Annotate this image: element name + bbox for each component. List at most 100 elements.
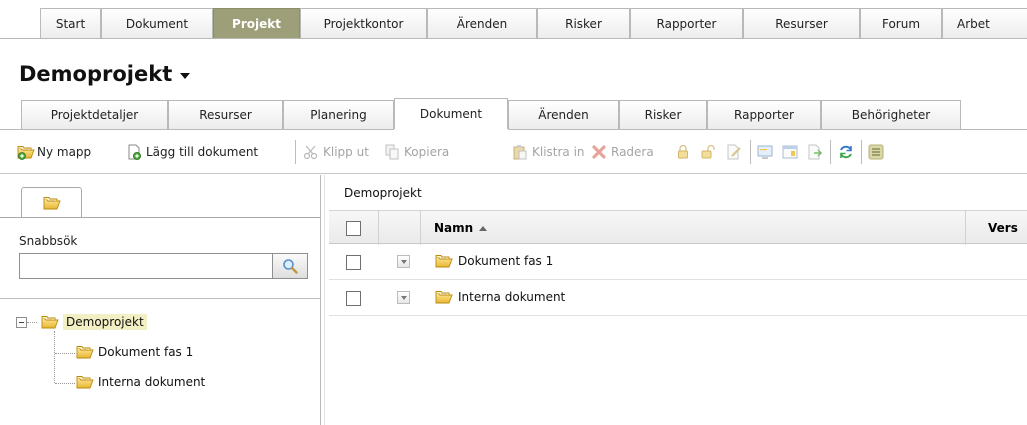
row-checkbox[interactable] <box>346 291 361 306</box>
table-row[interactable]: Dokument fas 1 <box>329 244 1027 280</box>
panel-splitter-shadow <box>324 175 325 425</box>
select-all-checkbox[interactable] <box>346 221 361 236</box>
top-tab-rapporter[interactable]: Rapporter <box>630 8 743 39</box>
page-title: Demoprojekt <box>19 62 173 86</box>
unlock-icon <box>700 144 716 160</box>
folder-icon <box>76 374 94 390</box>
more-options-button[interactable] <box>868 142 884 162</box>
copy-label: Kopiera <box>404 145 450 159</box>
monitor-icon <box>757 144 773 160</box>
breadcrumb: Demoprojekt <box>344 186 422 200</box>
edit-document-button[interactable] <box>726 142 742 162</box>
column-header-name[interactable]: Namn <box>434 221 488 235</box>
top-tab-resurser[interactable]: Resurser <box>743 8 860 39</box>
project-title-dropdown[interactable]: Demoprojekt <box>19 62 191 86</box>
refresh-icon <box>838 144 854 160</box>
grid-header: Namn Vers <box>329 210 1027 245</box>
folder-icon <box>76 344 94 360</box>
scissors-icon <box>303 144 319 160</box>
tab-arenden[interactable]: Ärenden <box>508 100 619 129</box>
delete-button[interactable]: Radera <box>591 142 654 162</box>
tree-node-label: Demoprojekt <box>63 314 147 330</box>
panel-splitter[interactable] <box>320 175 321 425</box>
chevron-down-icon <box>180 73 191 79</box>
column-header-name-label: Namn <box>434 221 474 235</box>
window-icon <box>782 144 798 160</box>
export-icon <box>807 144 823 160</box>
new-folder-button[interactable]: Ny mapp <box>17 142 91 162</box>
list-icon <box>868 144 884 160</box>
add-document-button[interactable]: Lägg till dokument <box>126 142 258 162</box>
top-tab-arenden[interactable]: Ärenden <box>427 8 537 39</box>
top-tab-start[interactable]: Start <box>40 8 101 39</box>
top-tab-projektkontor[interactable]: Projektkontor <box>300 8 427 39</box>
search-icon <box>282 258 298 274</box>
toolbar-separator <box>861 140 862 164</box>
refresh-button[interactable] <box>838 142 854 162</box>
checkout-button[interactable] <box>757 142 773 162</box>
tab-behorigheter[interactable]: Behörigheter <box>821 100 961 129</box>
column-separator <box>378 211 379 245</box>
row-menu-dropdown[interactable] <box>397 291 410 304</box>
row-name-cell[interactable]: Interna dokument <box>435 289 565 305</box>
row-name-cell[interactable]: Dokument fas 1 <box>435 253 553 269</box>
folder-open-icon <box>41 314 59 330</box>
add-document-icon <box>126 144 142 160</box>
copy-icon <box>384 144 400 160</box>
folder-tree-tab[interactable] <box>21 187 82 218</box>
quick-search-field[interactable] <box>19 253 272 279</box>
column-header-version[interactable]: Vers <box>988 221 1018 235</box>
tab-projektdetaljer[interactable]: Projektdetaljer <box>21 100 168 129</box>
cut-label: Klipp ut <box>323 145 369 159</box>
collapse-icon[interactable] <box>16 316 27 328</box>
lock-button[interactable] <box>675 142 691 162</box>
top-tab-forum[interactable]: Forum <box>860 8 942 39</box>
cut-button[interactable]: Klipp ut <box>303 142 369 162</box>
top-tab-arbete[interactable]: Arbet <box>942 8 1027 39</box>
top-navigation: Start Dokument Projekt Projektkontor Äre… <box>0 0 1027 39</box>
table-row[interactable]: Interna dokument <box>329 280 1027 316</box>
top-tab-risker[interactable]: Risker <box>537 8 630 39</box>
properties-button[interactable] <box>782 142 798 162</box>
tree-connector <box>54 331 55 383</box>
lock-icon <box>675 144 691 160</box>
tree-node-dokument-fas-1[interactable]: Dokument fas 1 <box>76 344 193 360</box>
paste-button[interactable]: Klistra in <box>512 142 585 162</box>
tab-risker[interactable]: Risker <box>619 100 707 129</box>
add-document-label: Lägg till dokument <box>146 145 259 159</box>
tab-resurser[interactable]: Resurser <box>168 100 283 129</box>
top-tab-dokument[interactable]: Dokument <box>101 8 213 39</box>
row-menu-dropdown[interactable] <box>397 255 410 268</box>
top-tab-projekt[interactable]: Projekt <box>213 8 300 39</box>
quick-search-input[interactable] <box>20 254 272 278</box>
tab-rapporter[interactable]: Rapporter <box>707 100 821 129</box>
tree-connector <box>55 383 75 384</box>
edit-document-icon <box>726 144 742 160</box>
quick-search-button[interactable] <box>272 253 308 279</box>
tree-node-label: Dokument fas 1 <box>98 345 194 359</box>
column-separator <box>420 211 421 245</box>
folder-icon <box>435 253 453 269</box>
toolbar-separator <box>830 140 831 164</box>
row-checkbox[interactable] <box>346 255 361 270</box>
tree-node-label: Interna dokument <box>98 375 206 389</box>
new-folder-icon <box>17 144 33 160</box>
row-name-label: Dokument fas 1 <box>458 254 554 268</box>
paste-icon <box>512 144 528 160</box>
delete-x-icon <box>591 144 607 160</box>
tree-node-interna-dokument[interactable]: Interna dokument <box>76 374 205 390</box>
copy-button[interactable]: Kopiera <box>384 142 449 162</box>
tree-node-root[interactable]: Demoprojekt <box>16 314 147 330</box>
left-tab-divider <box>0 217 320 218</box>
export-button[interactable] <box>807 142 823 162</box>
unlock-button[interactable] <box>700 142 716 162</box>
tab-dokument[interactable]: Dokument <box>394 98 508 129</box>
paste-label: Klistra in <box>532 145 585 159</box>
folder-icon <box>43 195 61 211</box>
toolbar-separator <box>295 140 296 164</box>
document-toolbar: Ny mapp Lägg till dokument Klipp ut Kopi… <box>0 130 1027 174</box>
row-name-label: Interna dokument <box>458 290 566 304</box>
sort-ascending-icon <box>479 225 488 231</box>
quick-search-label: Snabbsök <box>19 234 78 248</box>
tab-planering[interactable]: Planering <box>283 100 394 129</box>
